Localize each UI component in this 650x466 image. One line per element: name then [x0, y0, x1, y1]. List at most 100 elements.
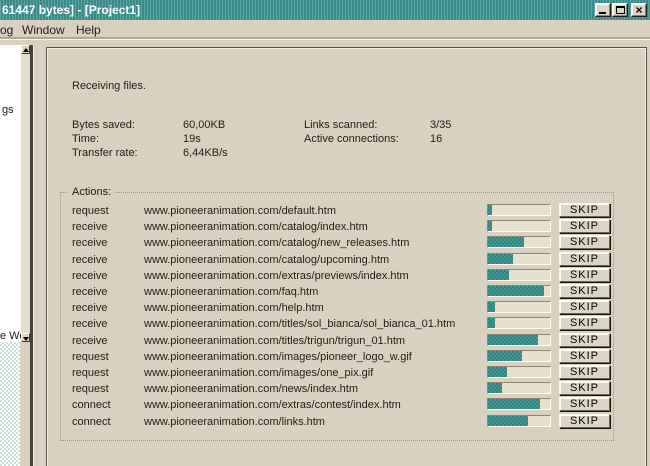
action-url: www.pioneeranimation.com/images/one_pix.… — [144, 367, 373, 379]
action-row: request www.pioneeranimation.com/images/… — [0, 365, 650, 381]
action-type: request — [72, 351, 109, 363]
skip-button[interactable]: SKIP — [559, 300, 610, 314]
action-row: request www.pioneeranimation.com/images/… — [0, 349, 650, 365]
progress-bar-fill — [488, 383, 502, 393]
progress-bar-fill — [488, 416, 528, 426]
actions-group-label: Actions: — [68, 186, 115, 198]
action-url: www.pioneeranimation.com/catalog/upcomin… — [144, 254, 389, 266]
action-url: www.pioneeranimation.com/images/pioneer_… — [144, 351, 412, 363]
tree-item-fragment[interactable]: gs — [2, 104, 14, 116]
time-value: 19s — [183, 133, 201, 145]
action-type: receive — [72, 270, 107, 282]
action-url: www.pioneeranimation.com/extras/contest/… — [144, 399, 401, 411]
action-type: receive — [72, 335, 107, 347]
title-bar: 61447 bytes] - [Project1] × — [0, 0, 650, 20]
skip-button[interactable]: SKIP — [559, 203, 610, 217]
skip-button[interactable]: SKIP — [559, 235, 610, 249]
progress-bar — [487, 334, 551, 346]
action-url: www.pioneeranimation.com/faq.htm — [144, 286, 318, 298]
arrow-up-icon — [23, 48, 29, 52]
progress-bar — [487, 301, 551, 313]
action-type: request — [72, 367, 109, 379]
progress-bar-fill — [488, 205, 492, 215]
progress-bar — [487, 366, 551, 378]
links-scanned-label: Links scanned: — [304, 119, 377, 131]
client-area: gs e We Receiving files. Bytes saved: 60… — [0, 40, 650, 466]
action-type: request — [72, 383, 109, 395]
progress-bar — [487, 317, 551, 329]
action-url: www.pioneeranimation.com/links.htm — [144, 416, 325, 428]
maximize-icon — [616, 6, 625, 14]
skip-button[interactable]: SKIP — [559, 316, 610, 330]
progress-bar-fill — [488, 221, 492, 231]
skip-button[interactable]: SKIP — [559, 397, 610, 411]
skip-button[interactable]: SKIP — [559, 349, 610, 363]
action-row: connect www.pioneeranimation.com/links.h… — [0, 414, 650, 430]
minimize-button[interactable] — [595, 3, 611, 17]
action-type: connect — [72, 399, 111, 411]
skip-button[interactable]: SKIP — [559, 414, 610, 428]
progress-bar — [487, 382, 551, 394]
skip-button[interactable]: SKIP — [559, 284, 610, 298]
minimize-icon — [599, 12, 606, 14]
action-row: receive www.pioneeranimation.com/help.ht… — [0, 300, 650, 316]
progress-bar-fill — [488, 367, 507, 377]
action-row: receive www.pioneeranimation.com/titles/… — [0, 316, 650, 332]
action-url: www.pioneeranimation.com/default.htm — [144, 205, 336, 217]
progress-bar — [487, 269, 551, 281]
close-button[interactable]: × — [631, 3, 647, 17]
bytes-saved-label: Bytes saved: — [72, 119, 135, 131]
maximize-button[interactable] — [612, 3, 628, 17]
skip-button[interactable]: SKIP — [559, 268, 610, 282]
skip-button[interactable]: SKIP — [559, 219, 610, 233]
menu-bar: og Window Help — [0, 20, 650, 40]
action-type: receive — [72, 221, 107, 233]
progress-bar — [487, 236, 551, 248]
action-url: www.pioneeranimation.com/help.htm — [144, 302, 324, 314]
progress-bar — [487, 253, 551, 265]
action-url: www.pioneeranimation.com/extras/previews… — [144, 270, 409, 282]
skip-button[interactable]: SKIP — [559, 365, 610, 379]
action-url: www.pioneeranimation.com/news/index.htm — [144, 383, 358, 395]
progress-bar — [487, 350, 551, 362]
action-type: receive — [72, 254, 107, 266]
action-url: www.pioneeranimation.com/titles/trigun/t… — [144, 335, 405, 347]
action-row: connect www.pioneeranimation.com/extras/… — [0, 397, 650, 413]
bytes-saved-value: 60,00KB — [183, 119, 225, 131]
skip-button[interactable]: SKIP — [559, 252, 610, 266]
action-row: receive www.pioneeranimation.com/faq.htm… — [0, 284, 650, 300]
skip-button[interactable]: SKIP — [559, 381, 610, 395]
scroll-up-button[interactable] — [21, 45, 30, 54]
transfer-rate-label: Transfer rate: — [72, 147, 138, 159]
progress-bar-fill — [488, 351, 522, 361]
progress-bar-fill — [488, 270, 509, 280]
transfer-rate-value: 6,44KB/s — [183, 147, 228, 159]
progress-bar-fill — [488, 254, 513, 264]
action-row: receive www.pioneeranimation.com/catalog… — [0, 252, 650, 268]
action-type: receive — [72, 286, 107, 298]
app-window: { "window": { "title": "61447 bytes] - [… — [0, 0, 650, 466]
menu-item-partial[interactable]: og — [0, 23, 13, 37]
action-row: receive www.pioneeranimation.com/extras/… — [0, 268, 650, 284]
window-controls: × — [595, 3, 647, 17]
action-type: receive — [72, 302, 107, 314]
action-row: receive www.pioneeranimation.com/catalog… — [0, 235, 650, 251]
window-title: 61447 bytes] - [Project1] — [2, 3, 140, 17]
progress-bar — [487, 204, 551, 216]
action-url: www.pioneeranimation.com/catalog/new_rel… — [144, 237, 409, 249]
progress-bar — [487, 398, 551, 410]
action-url: www.pioneeranimation.com/titles/sol_bian… — [144, 318, 455, 330]
menu-item-help[interactable]: Help — [76, 23, 101, 37]
links-scanned-value: 3/35 — [430, 119, 451, 131]
action-type: receive — [72, 318, 107, 330]
progress-bar-fill — [488, 286, 544, 296]
action-row: request www.pioneeranimation.com/default… — [0, 203, 650, 219]
active-connections-value: 16 — [430, 133, 442, 145]
skip-button[interactable]: SKIP — [559, 333, 610, 347]
action-type: receive — [72, 237, 107, 249]
action-type: request — [72, 205, 109, 217]
action-url: www.pioneeranimation.com/catalog/index.h… — [144, 221, 368, 233]
menu-item-window[interactable]: Window — [22, 23, 65, 37]
action-row: request www.pioneeranimation.com/news/in… — [0, 381, 650, 397]
progress-bar-fill — [488, 399, 540, 409]
